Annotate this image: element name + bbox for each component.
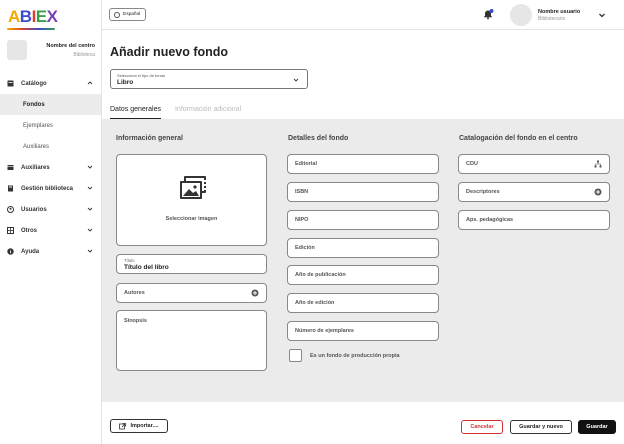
authors-field-label: Autores bbox=[124, 290, 145, 296]
sidebar-item-otros[interactable]: Otros bbox=[0, 220, 101, 241]
descriptors-field[interactable]: Descriptores bbox=[458, 182, 610, 202]
sidebar-item-label: Catálogo bbox=[21, 80, 47, 87]
descriptors-label: Descriptores bbox=[466, 189, 500, 195]
image-picker[interactable]: Seleccionar imagen bbox=[116, 154, 267, 246]
copies-count-label: Número de ejemplares bbox=[295, 328, 354, 334]
globe-icon bbox=[114, 11, 120, 18]
pedagogical-aps-label: Aps. pedagógicas bbox=[466, 217, 514, 223]
form-panel: Información general Seleccionar imagen T… bbox=[102, 119, 624, 402]
edition-year-label: Año de edición bbox=[295, 300, 335, 306]
authors-field[interactable]: Autores bbox=[116, 283, 267, 303]
nipo-label: NIPO bbox=[295, 217, 309, 223]
sidebar-item-usuarios[interactable]: Usuarios bbox=[0, 199, 101, 220]
sidebar-item-label: Gestión biblioteca bbox=[21, 185, 74, 192]
edition-field[interactable]: Edición bbox=[287, 238, 439, 258]
app-logo[interactable]: ABIEX bbox=[8, 7, 58, 27]
user-name: Nombre usuario bbox=[538, 9, 581, 15]
sidebar-item-label: Ayuda bbox=[21, 248, 40, 255]
cancel-button[interactable]: Cancelar bbox=[461, 420, 503, 434]
user-role: Bibliotecario bbox=[538, 16, 566, 22]
library-icon bbox=[7, 185, 14, 192]
center-avatar bbox=[7, 40, 27, 60]
chevron-down-icon bbox=[87, 207, 93, 211]
cdu-field[interactable]: CDU bbox=[458, 154, 610, 174]
sidebar-item-label: Usuarios bbox=[21, 206, 47, 213]
sidebar: ABIEX Nombre del centro Biblioteca Catál… bbox=[0, 0, 102, 444]
add-circle-icon[interactable] bbox=[594, 188, 602, 196]
section-title-general: Información general bbox=[116, 135, 183, 142]
logo-underline bbox=[7, 28, 55, 30]
bell-icon[interactable] bbox=[482, 8, 494, 20]
publication-year-field[interactable]: Año de publicación bbox=[287, 265, 439, 285]
isbn-label: ISBN bbox=[295, 189, 309, 195]
import-button[interactable]: Importar.... bbox=[110, 419, 168, 433]
edition-year-field[interactable]: Año de edición bbox=[287, 293, 439, 313]
import-button-label: Importar.... bbox=[130, 423, 159, 429]
tab-datos-generales[interactable]: Datos generales bbox=[110, 106, 161, 120]
sidebar-nav: Catálogo Fondos Ejemplares Auxiliares Au… bbox=[0, 73, 101, 262]
sidebar-subitem-ejemplares[interactable]: Ejemplares bbox=[0, 115, 101, 136]
chevron-down-icon bbox=[87, 165, 93, 169]
editorial-field[interactable]: Editorial bbox=[287, 154, 439, 174]
title-field-label: Título bbox=[124, 258, 135, 263]
edition-label: Edición bbox=[295, 245, 315, 251]
sidebar-item-catalogo[interactable]: Catálogo bbox=[0, 73, 101, 94]
tabs: Datos generales Información adicional bbox=[110, 106, 255, 120]
select-image-label: Seleccionar imagen bbox=[165, 216, 218, 222]
sidebar-item-ayuda[interactable]: Ayuda bbox=[0, 241, 101, 262]
chevron-down-icon[interactable] bbox=[598, 11, 606, 19]
sidebar-subitem-fondos[interactable]: Fondos bbox=[0, 94, 101, 115]
chevron-down-icon bbox=[293, 78, 299, 82]
center-role: Biblioteca bbox=[73, 52, 95, 58]
own-production-label: Es un fondo de producción propia bbox=[310, 353, 400, 359]
external-link-icon bbox=[119, 422, 127, 429]
sidebar-item-label: Auxiliares bbox=[21, 164, 50, 171]
sidebar-item-gestion-biblioteca[interactable]: Gestión biblioteca bbox=[0, 178, 101, 199]
center-card[interactable]: Nombre del centro Biblioteca bbox=[7, 40, 95, 64]
topbar: Español Nombre usuario Bibliotecario bbox=[102, 0, 624, 30]
chevron-down-icon bbox=[87, 228, 93, 232]
cdu-label: CDU bbox=[466, 161, 478, 167]
copies-count-field[interactable]: Número de ejemplares bbox=[287, 321, 439, 341]
section-title-cataloging: Catalogación del fondo en el centro bbox=[459, 135, 578, 142]
page-title: Añadir nuevo fondo bbox=[110, 45, 229, 59]
fund-type-select-label: Selecciona el tipo de fondo bbox=[117, 73, 166, 78]
title-field[interactable]: Título Título del libro bbox=[116, 254, 267, 274]
editorial-label: Editorial bbox=[295, 161, 318, 167]
main-content: Añadir nuevo fondo Selecciona el tipo de… bbox=[102, 31, 624, 444]
isbn-field[interactable]: ISBN bbox=[287, 182, 439, 202]
add-circle-icon[interactable] bbox=[251, 289, 259, 297]
chevron-down-icon bbox=[87, 186, 93, 190]
info-icon bbox=[7, 248, 14, 255]
language-label: Español bbox=[123, 12, 141, 17]
save-button[interactable]: Guardar bbox=[578, 420, 616, 434]
own-production-checkbox[interactable] bbox=[289, 349, 302, 362]
image-gallery-icon bbox=[180, 176, 206, 199]
chevron-down-icon bbox=[87, 249, 93, 253]
nipo-field[interactable]: NIPO bbox=[287, 210, 439, 230]
chevron-up-icon bbox=[87, 81, 93, 85]
center-name: Nombre del centro bbox=[46, 43, 95, 49]
synopsis-textarea[interactable]: Sinopsis bbox=[116, 310, 267, 371]
tab-informacion-adicional[interactable]: Información adicional bbox=[175, 106, 241, 120]
sidebar-item-label: Otros bbox=[21, 227, 38, 234]
hierarchy-icon[interactable] bbox=[594, 160, 602, 168]
book-icon bbox=[7, 80, 14, 87]
language-selector[interactable]: Español bbox=[109, 8, 147, 21]
sidebar-item-auxiliares[interactable]: Auxiliares bbox=[0, 157, 101, 178]
folder-icon bbox=[7, 164, 14, 171]
grid-icon bbox=[7, 227, 14, 234]
user-icon bbox=[7, 206, 14, 213]
publication-year-label: Año de publicación bbox=[295, 272, 346, 278]
synopsis-label: Sinopsis bbox=[124, 318, 147, 324]
title-field-value: Título del libro bbox=[124, 264, 169, 271]
fund-type-select-value: Libro bbox=[117, 79, 134, 86]
save-and-new-button[interactable]: Guardar y nuevo bbox=[510, 420, 572, 434]
section-title-details: Detalles del fondo bbox=[288, 135, 349, 142]
pedagogical-aps-field[interactable]: Aps. pedagógicas bbox=[458, 210, 610, 230]
user-avatar[interactable] bbox=[510, 4, 532, 26]
sidebar-subitem-auxiliares[interactable]: Auxiliares bbox=[0, 136, 101, 157]
fund-type-select[interactable]: Selecciona el tipo de fondo Libro bbox=[110, 69, 308, 89]
